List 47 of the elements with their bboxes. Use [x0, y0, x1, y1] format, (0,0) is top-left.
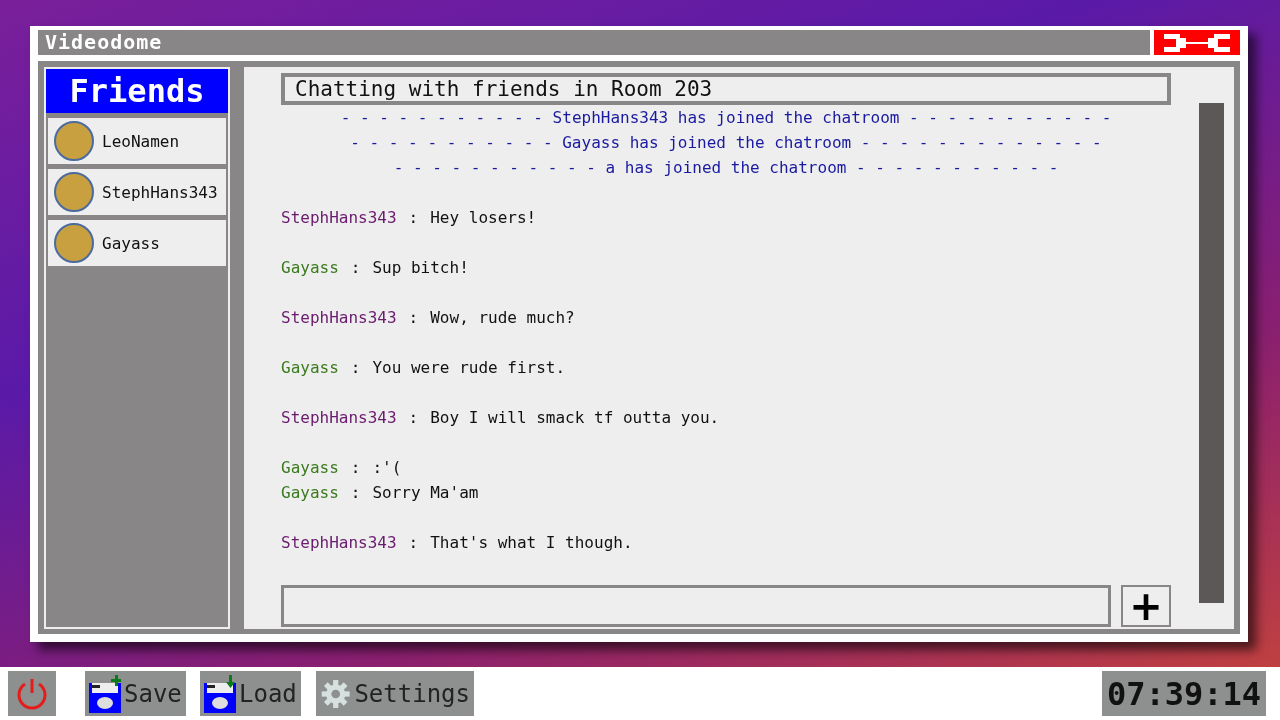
message-text: Wow, rude much? — [430, 307, 575, 329]
friends-heading: Friends — [46, 69, 228, 113]
message-author: StephHans343 — [281, 207, 397, 229]
friend-item[interactable]: Gayass — [48, 220, 226, 266]
message-text: That's what I though. — [430, 532, 633, 554]
message-separator: : — [350, 482, 361, 504]
send-button[interactable]: + — [1121, 585, 1171, 627]
message-author: StephHans343 — [281, 307, 397, 329]
message-text: Sorry Ma'am — [372, 482, 479, 504]
message-separator: : — [350, 257, 361, 279]
friend-item[interactable]: StephHans343 — [48, 169, 226, 215]
floppy-plus-icon — [89, 674, 121, 713]
message-text: Boy I will smack tf outta you. — [430, 407, 720, 429]
message-author: Gayass — [281, 457, 339, 479]
message-separator: : — [408, 532, 419, 554]
close-icon — [1162, 31, 1232, 54]
join-notice: - - - - - - - - - - - Gayass has joined the chatroom - - - - - - - - - - - - - — [349, 132, 1103, 154]
avatar — [54, 121, 94, 161]
friend-item[interactable]: LeoNamen — [48, 118, 226, 164]
message-author: Gayass — [281, 357, 339, 379]
message-text: Hey losers! — [430, 207, 537, 229]
message-separator: : — [350, 457, 361, 479]
message-author: Gayass — [281, 257, 339, 279]
message-separator: : — [350, 357, 361, 379]
avatar — [54, 172, 94, 212]
window-title: Videodome — [38, 30, 1150, 55]
load-button[interactable]: Load — [200, 671, 301, 716]
message-separator: : — [408, 407, 419, 429]
join-notice: - - - - - - - - - - - StephHans343 has joined the chatroom - - - - - - - - - - - — [339, 107, 1113, 129]
clock: 07:39:14 — [1102, 671, 1266, 716]
close-button[interactable] — [1154, 30, 1240, 55]
message-text: Sup bitch! — [372, 257, 469, 279]
message-input[interactable] — [281, 585, 1111, 627]
scrollbar[interactable] — [1199, 103, 1224, 603]
chat-title: Chatting with friends in Room 203 — [281, 73, 1171, 105]
avatar — [54, 223, 94, 263]
message-author: StephHans343 — [281, 532, 397, 554]
join-notice: - - - - - - - - - - - a has joined the chatroom - - - - - - - - - - - — [392, 157, 1060, 179]
message-text: You were rude first. — [372, 357, 566, 379]
save-button[interactable]: Save — [85, 671, 186, 716]
floppy-arrow-icon — [204, 674, 236, 713]
message-separator: : — [408, 207, 419, 229]
message-author: StephHans343 — [281, 407, 397, 429]
message-text: :'( — [372, 457, 402, 479]
message-author: Gayass — [281, 482, 339, 504]
settings-button[interactable]: Settings — [316, 671, 474, 716]
message-separator: : — [408, 307, 419, 329]
